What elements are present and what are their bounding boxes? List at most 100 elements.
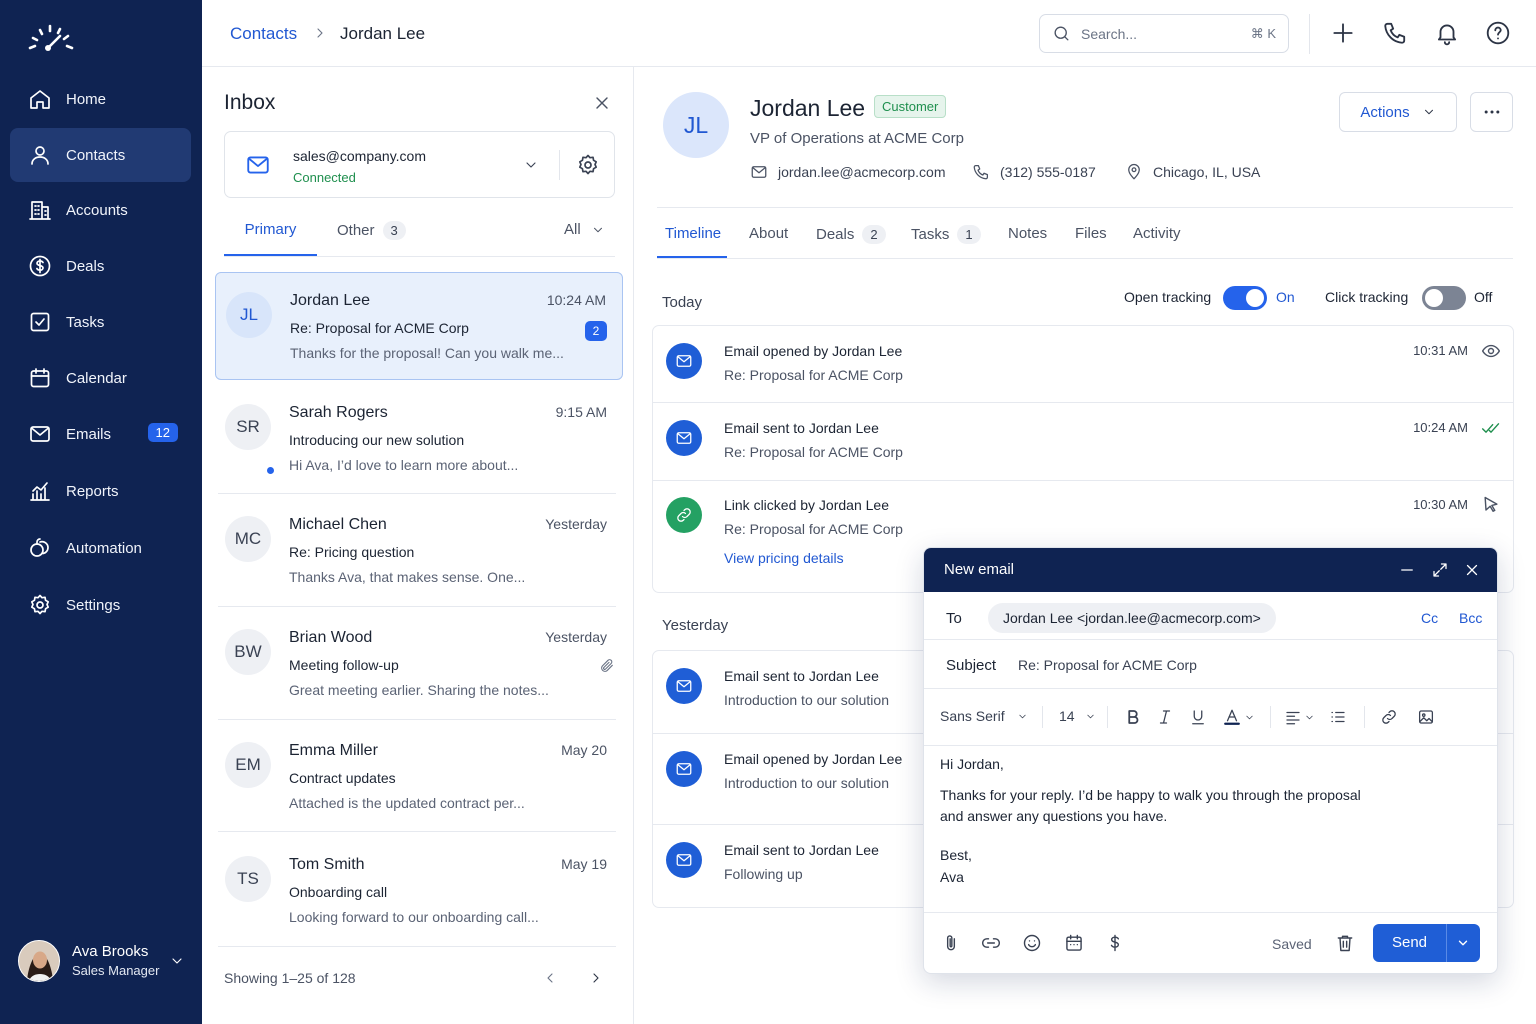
divider	[1446, 924, 1447, 962]
tab-deals[interactable]: Deals 2	[816, 225, 886, 244]
recipient-chip[interactable]: Jordan Lee <jordan.lee@acmecorp.com>	[988, 603, 1276, 633]
timeline-event[interactable]: Email opened by Jordan Lee Re: Proposal …	[653, 326, 1513, 403]
list-item[interactable]: BW Brian Wood Yesterday Meeting follow-u…	[215, 610, 623, 718]
gear-icon[interactable]	[576, 153, 600, 177]
avatar: BW	[225, 629, 271, 675]
speedometer-logo[interactable]	[26, 22, 76, 56]
contact-phone[interactable]: (312) 555-0187	[972, 163, 1096, 181]
insert-image-button[interactable]	[1417, 708, 1435, 726]
tab-timeline[interactable]: Timeline	[665, 225, 721, 242]
bold-button[interactable]	[1124, 708, 1142, 726]
unread-count-badge: 2	[585, 321, 607, 341]
body-greeting[interactable]: Hi Jordan,	[940, 756, 1004, 772]
list-item[interactable]: SR Sarah Rogers 9:15 AM Introducing our …	[215, 385, 623, 493]
calendar-icon[interactable]	[1064, 933, 1084, 953]
list-item[interactable]: EM Emma Miller May 20 Contract updates A…	[215, 723, 623, 831]
sender-name: Brian Wood	[289, 629, 373, 646]
list-item[interactable]: TS Tom Smith May 19 Onboarding call Look…	[215, 837, 623, 945]
chevron-down-icon[interactable]	[1456, 936, 1470, 950]
sidebar-item-emails[interactable]: Emails 12	[10, 407, 191, 461]
underline-icon	[1192, 710, 1204, 725]
filter-dropdown[interactable]: All	[564, 221, 605, 238]
sidebar-item-home[interactable]: Home	[10, 72, 191, 126]
contact-email[interactable]: jordan.lee@acmecorp.com	[750, 163, 946, 181]
event-title: Email sent to Jordan Lee	[724, 668, 879, 684]
bullet-list-button[interactable]	[1329, 708, 1347, 726]
attach-icon[interactable]	[941, 933, 961, 953]
account-selector[interactable]: sales@company.com Connected	[224, 131, 615, 198]
view-pricing-link[interactable]: View pricing details	[724, 550, 844, 566]
message-preview: Great meeting earlier. Sharing the notes…	[289, 682, 549, 698]
send-button[interactable]: Send	[1373, 924, 1480, 962]
expand-icon[interactable]	[1431, 561, 1449, 579]
notifications-button[interactable]	[1434, 20, 1460, 46]
dollar-icon[interactable]	[1105, 933, 1125, 953]
italic-button[interactable]	[1156, 708, 1174, 726]
body-signature[interactable]: Ava	[940, 869, 964, 885]
chevron-right-icon[interactable]	[588, 970, 604, 986]
link-icon[interactable]	[981, 933, 1001, 953]
insert-link-button[interactable]	[1380, 708, 1398, 726]
trash-icon[interactable]	[1335, 933, 1355, 953]
avatar: EM	[225, 742, 271, 788]
tab-files[interactable]: Files	[1075, 225, 1107, 242]
underline-button[interactable]	[1189, 708, 1207, 726]
actions-button[interactable]: Actions	[1339, 92, 1457, 132]
actions-label: Actions	[1360, 103, 1410, 121]
cc-button[interactable]: Cc	[1421, 610, 1438, 626]
close-icon[interactable]	[592, 93, 612, 113]
inbox-panel: Inbox sales@company.com Connected Primar…	[202, 67, 634, 1024]
event-title: Link clicked by Jordan Lee	[724, 497, 889, 513]
call-button[interactable]	[1382, 20, 1408, 46]
minimize-icon[interactable]	[1398, 561, 1416, 579]
more-options-button[interactable]	[1470, 92, 1513, 132]
eye-icon	[1481, 344, 1501, 358]
font-size-select[interactable]: 14	[1059, 708, 1096, 724]
body-line[interactable]: and answer any questions you have.	[940, 808, 1167, 824]
list-item[interactable]: JL Jordan Lee 10:24 AM Re: Proposal for …	[215, 272, 623, 380]
help-button[interactable]	[1485, 20, 1511, 46]
chevron-down-icon[interactable]	[523, 157, 539, 173]
sidebar-item-contacts[interactable]: Contacts	[10, 128, 191, 182]
tab-other[interactable]: Other 3	[337, 221, 406, 240]
sidebar-item-accounts[interactable]: Accounts	[10, 183, 191, 237]
tab-tasks[interactable]: Tasks 1	[911, 225, 981, 244]
tab-notes[interactable]: Notes	[1008, 225, 1047, 242]
tab-primary[interactable]: Primary	[224, 214, 317, 256]
tab-label: Timeline	[665, 225, 722, 242]
chevron-down-icon[interactable]	[169, 953, 185, 969]
sidebar-item-reports[interactable]: Reports	[10, 464, 191, 518]
list-item[interactable]: MC Michael Chen Yesterday Re: Pricing qu…	[215, 497, 623, 605]
click-tracking-toggle[interactable]	[1422, 286, 1466, 310]
subject-field[interactable]: Re: Proposal for ACME Corp	[1018, 657, 1197, 673]
sidebar-item-label: Accounts	[66, 201, 128, 219]
chevron-left-icon[interactable]	[542, 970, 558, 986]
sidebar-item-calendar[interactable]: Calendar	[10, 351, 191, 405]
sidebar-item-settings[interactable]: Settings	[10, 578, 191, 632]
tab-about[interactable]: About	[749, 225, 788, 242]
emoji-icon[interactable]	[1022, 933, 1042, 953]
font-family-select[interactable]: Sans Serif	[940, 708, 1028, 724]
text-color-button[interactable]	[1223, 708, 1255, 726]
sidebar-item-automation[interactable]: Automation	[10, 521, 191, 575]
body-signoff[interactable]: Best,	[940, 847, 972, 863]
open-tracking-toggle[interactable]	[1223, 286, 1267, 310]
breadcrumb-contacts-link[interactable]: Contacts	[230, 24, 297, 44]
emails-count-badge: 12	[147, 423, 178, 442]
search-input[interactable]: Search... ⌘ K	[1039, 14, 1289, 53]
sidebar-item-tasks[interactable]: Tasks	[10, 295, 191, 349]
compose-window: New email To Jordan Lee <jordan.lee@acme…	[923, 547, 1498, 974]
timeline-event[interactable]: Email sent to Jordan Lee Re: Proposal fo…	[653, 403, 1513, 480]
align-button[interactable]	[1284, 708, 1315, 726]
breadcrumb-current: Jordan Lee	[340, 24, 426, 43]
body-line[interactable]: Thanks for your reply. I’d be happy to w…	[940, 787, 1361, 803]
phone-icon	[973, 164, 989, 180]
message-preview: Attached is the updated contract per...	[289, 795, 525, 811]
sidebar-item-label: Emails	[66, 425, 112, 443]
close-icon[interactable]	[1463, 561, 1481, 579]
user-profile[interactable]: Ava Brooks Sales Manager	[18, 936, 188, 986]
sidebar-item-deals[interactable]: Deals	[10, 239, 191, 293]
add-button[interactable]	[1330, 20, 1356, 46]
bcc-button[interactable]: Bcc	[1459, 610, 1482, 626]
tab-activity[interactable]: Activity	[1133, 225, 1181, 242]
